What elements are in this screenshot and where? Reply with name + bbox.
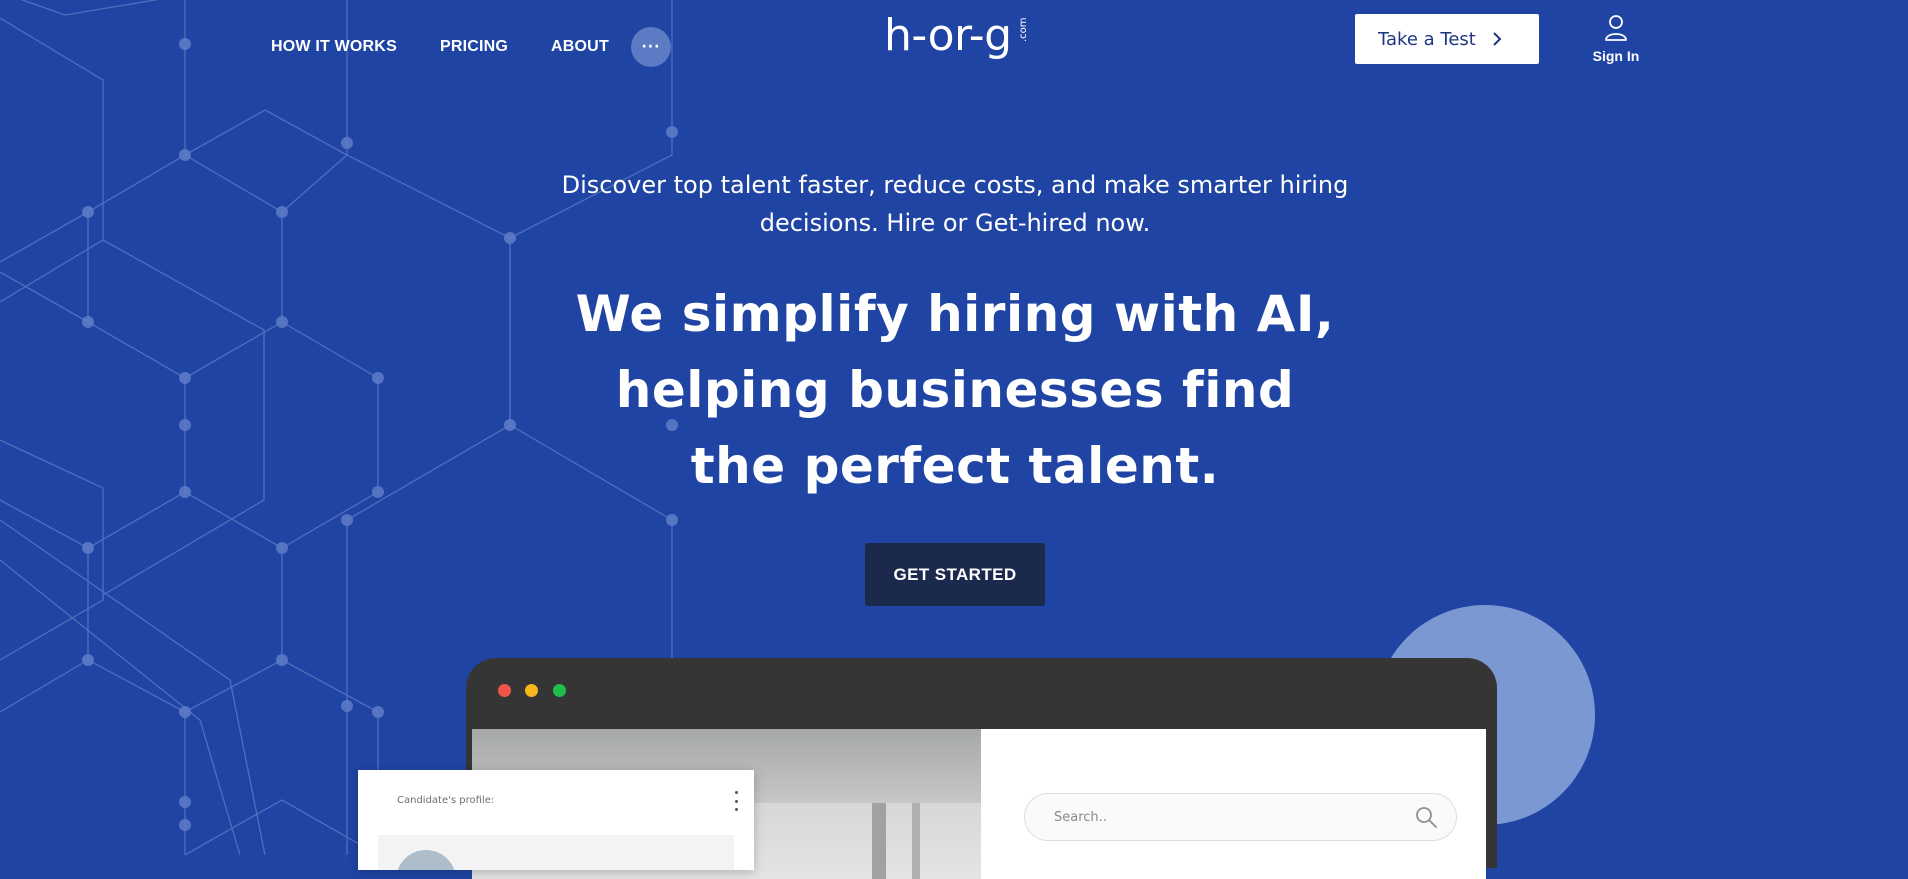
search-icon bbox=[1416, 807, 1437, 828]
nav-link-pricing[interactable]: PRICING bbox=[440, 35, 508, 59]
user-icon bbox=[1605, 15, 1627, 41]
nav-link-about[interactable]: ABOUT bbox=[551, 35, 609, 59]
get-started-button[interactable]: GET STARTED bbox=[865, 543, 1045, 606]
logo-text: h-or-g bbox=[884, 10, 1012, 61]
nav-link-how-it-works[interactable]: HOW IT WORKS bbox=[271, 35, 397, 59]
chevron-right-icon bbox=[1492, 32, 1506, 46]
site-logo[interactable]: h-or-g .com bbox=[884, 8, 1034, 68]
vertical-dots-icon[interactable] bbox=[730, 791, 742, 811]
candidate-profile-card: Candidate's profile: bbox=[358, 770, 754, 870]
search-placeholder: Search.. bbox=[1054, 809, 1107, 825]
sign-in-label: Sign In bbox=[1592, 48, 1640, 64]
main-nav: HOW IT WORKS PRICING ABOUT ··· bbox=[271, 27, 671, 67]
logo-suffix: .com bbox=[1018, 17, 1029, 42]
mockup-search-input[interactable]: Search.. bbox=[1024, 793, 1457, 841]
window-minimize-dot bbox=[525, 684, 538, 697]
window-maximize-dot bbox=[553, 684, 566, 697]
take-a-test-label: Take a Test bbox=[1378, 28, 1476, 50]
sign-in-button[interactable]: Sign In bbox=[1588, 14, 1644, 64]
take-a-test-button[interactable]: Take a Test bbox=[1355, 14, 1539, 64]
window-close-dot bbox=[498, 684, 511, 697]
hero-title: We simplify hiring with AI, helping busi… bbox=[575, 285, 1335, 495]
more-menu-button[interactable]: ··· bbox=[630, 27, 671, 67]
ellipsis-icon: ··· bbox=[641, 39, 661, 55]
candidate-profile-label: Candidate's profile: bbox=[397, 795, 495, 806]
hero-subtitle: Discover top talent faster, reduce costs… bbox=[561, 171, 1349, 237]
